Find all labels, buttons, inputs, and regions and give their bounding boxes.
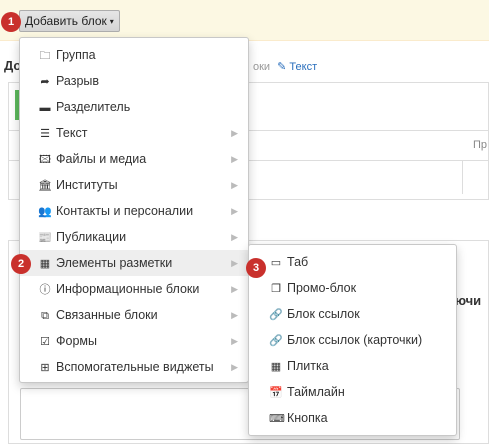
menu-item[interactable]: ▭ Таб bbox=[249, 249, 456, 275]
institution-icon: 🏛 bbox=[38, 180, 52, 192]
menu-item-label: Блок ссылок bbox=[287, 307, 360, 321]
menu-item[interactable]: 🔗 Блок ссылок bbox=[249, 301, 456, 327]
menu-item[interactable]: ⧉ Связанные блоки ▶ bbox=[20, 302, 248, 328]
menu-item[interactable]: ☰ Текст ▶ bbox=[20, 120, 248, 146]
links-fragment: оки bbox=[253, 61, 271, 73]
menu-item[interactable]: 🏛 Институты ▶ bbox=[20, 172, 248, 198]
chevron-right-icon: ▶ bbox=[231, 284, 238, 294]
add-block-menu: 🗀 Группа ➦ Разрыв ▬ Разделитель ☰ Текст ▶ 🖾 Файлы … bbox=[19, 37, 249, 383]
add-block-button[interactable]: Добавить блок ▾ bbox=[19, 10, 120, 32]
menu-item[interactable]: ▦ Плитка bbox=[249, 353, 456, 379]
users-icon: 👥 bbox=[38, 206, 52, 218]
menu-item[interactable]: ⊞ Вспомогательные виджеты ▶ bbox=[20, 354, 248, 380]
check-square-icon: ☑ bbox=[40, 336, 50, 348]
menu-item-label: Файлы и медиа bbox=[56, 152, 147, 166]
step-badge-3: 3 bbox=[246, 258, 266, 278]
edit-icon: ✎ bbox=[277, 61, 287, 73]
menu-item-label: Плитка bbox=[287, 359, 329, 373]
menu-item-label: Текст bbox=[56, 126, 88, 140]
calendar-icon: 📅 bbox=[269, 387, 283, 399]
menu-item-label: Информационные блоки bbox=[56, 282, 200, 296]
menu-item[interactable]: ☑ Формы ▶ bbox=[20, 328, 248, 354]
step-badge-2: 2 bbox=[11, 254, 31, 274]
menu-item-label: Элементы разметки bbox=[56, 256, 173, 270]
menu-item[interactable]: 👥 Контакты и персоналии ▶ bbox=[20, 198, 248, 224]
menu-item[interactable]: ❐ Промо-блок bbox=[249, 275, 456, 301]
menu-item[interactable]: ▬ Разделитель bbox=[20, 94, 248, 120]
layout-elements-submenu: ▭ Таб ❐ Промо-блок 🔗 Блок ссылок 🔗 Блок ссылок … bbox=[248, 244, 457, 436]
keys-label: ючи bbox=[455, 293, 482, 308]
chevron-right-icon: ▶ bbox=[231, 206, 238, 216]
menu-item-label: Таб bbox=[287, 255, 309, 269]
menu-item[interactable]: 🗀 Группа bbox=[20, 42, 248, 68]
menu-item[interactable]: ▦ Элементы разметки ▶ bbox=[20, 250, 248, 276]
menu-item-label: Контакты и персоналии bbox=[56, 204, 194, 218]
chevron-right-icon: ▶ bbox=[231, 232, 238, 242]
menu-item-label: Разрыв bbox=[56, 74, 100, 88]
menu-item-label: Формы bbox=[56, 334, 97, 348]
chevron-right-icon: ▶ bbox=[231, 258, 238, 268]
step-badge-1: 1 bbox=[1, 12, 21, 32]
picture-icon: 🖾 bbox=[39, 154, 51, 166]
table-column-divider bbox=[462, 160, 463, 194]
menu-item[interactable]: ➦ Разрыв bbox=[20, 68, 248, 94]
keyboard-icon: ⌨ bbox=[269, 413, 285, 425]
menu-item[interactable]: 🖾 Файлы и медиа ▶ bbox=[20, 146, 248, 172]
add-block-label: Добавить блок bbox=[25, 14, 107, 28]
th-large-icon: ▦ bbox=[270, 361, 282, 373]
chevron-right-icon: ▶ bbox=[231, 128, 238, 138]
folder-icon: 🗀 bbox=[39, 50, 51, 62]
menu-item-label: Промо-блок bbox=[287, 281, 357, 295]
caret-down-icon: ▾ bbox=[109, 16, 114, 26]
chevron-right-icon: ▶ bbox=[231, 310, 238, 320]
newspaper-icon: 📰 bbox=[38, 232, 52, 244]
menu-item[interactable]: 📅 Таймлайн bbox=[249, 379, 456, 405]
menu-item[interactable]: ⓘ Информационные блоки ▶ bbox=[20, 276, 248, 302]
menu-item[interactable]: ⌨ Кнопка bbox=[249, 405, 456, 431]
info-circle-icon: ⓘ bbox=[39, 284, 51, 296]
menu-item-label: Кнопка bbox=[287, 411, 328, 425]
menu-item-label: Блок ссылок (карточки) bbox=[287, 333, 423, 347]
clone-icon: ❐ bbox=[271, 283, 281, 295]
menu-item[interactable]: 📰 Публикации ▶ bbox=[20, 224, 248, 250]
align-left-icon: ☰ bbox=[40, 128, 50, 140]
block-type-links: оки ✎ Текст bbox=[253, 60, 317, 73]
text-link[interactable]: ✎ Текст bbox=[277, 61, 317, 73]
link-icon: 🔗 bbox=[269, 309, 283, 321]
link-icon: 🔗 bbox=[269, 335, 283, 347]
minus-icon: ▬ bbox=[39, 102, 51, 114]
chevron-right-icon: ▶ bbox=[231, 154, 238, 164]
column-header-pr: Пр bbox=[473, 139, 488, 151]
th-icon: ▦ bbox=[39, 258, 51, 270]
plus-square-icon: ⊞ bbox=[40, 362, 50, 374]
menu-item-label: Связанные блоки bbox=[56, 308, 158, 322]
menu-item-label: Таймлайн bbox=[287, 385, 345, 399]
external-link-square-icon: ⧉ bbox=[41, 310, 49, 322]
chevron-right-icon: ▶ bbox=[231, 180, 238, 190]
menu-item-label: Вспомогательные виджеты bbox=[56, 360, 214, 374]
window-icon: ▭ bbox=[270, 257, 282, 269]
menu-item-label: Группа bbox=[56, 48, 96, 62]
menu-item[interactable]: 🔗 Блок ссылок (карточки) bbox=[249, 327, 456, 353]
text-link-label: Текст bbox=[289, 61, 318, 73]
share-icon: ➦ bbox=[40, 76, 50, 88]
menu-item-label: Разделитель bbox=[56, 100, 131, 114]
menu-item-label: Институты bbox=[56, 178, 118, 192]
chevron-right-icon: ▶ bbox=[231, 336, 238, 346]
chevron-right-icon: ▶ bbox=[231, 362, 238, 372]
menu-item-label: Публикации bbox=[56, 230, 127, 244]
